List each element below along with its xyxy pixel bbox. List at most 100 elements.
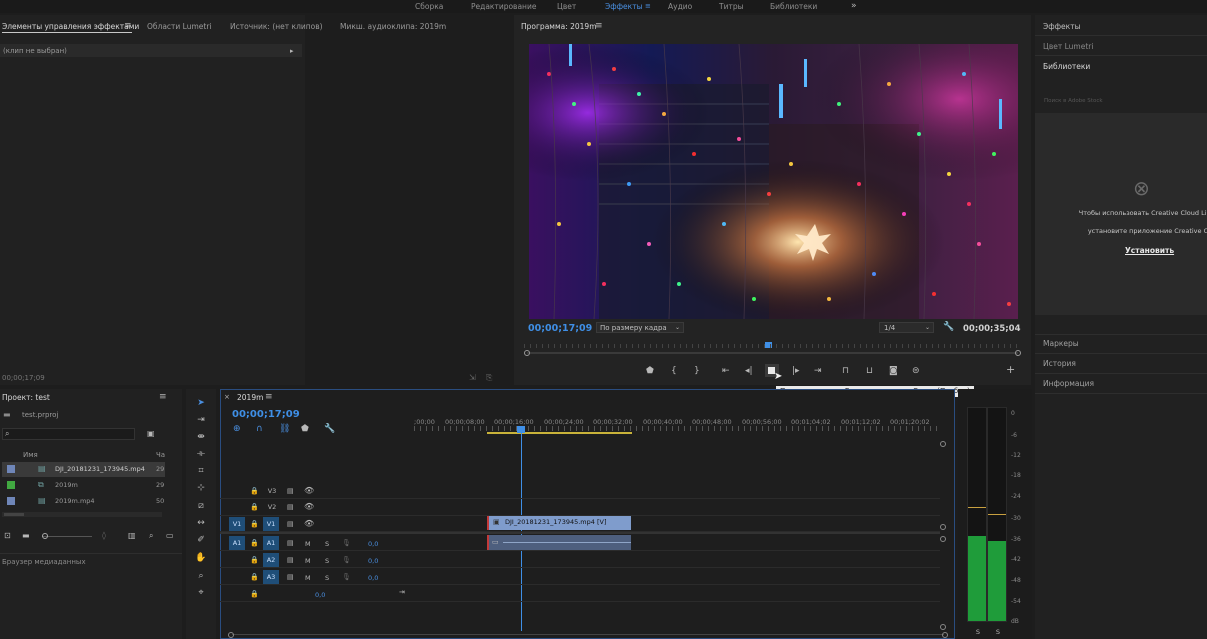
- add-marker-icon[interactable]: ⬟: [646, 366, 654, 376]
- meter-solo-right[interactable]: S: [994, 628, 1002, 636]
- source-patch-a1[interactable]: A1: [229, 536, 245, 550]
- project-menu-icon[interactable]: ≡: [159, 392, 167, 402]
- tab-effect-controls[interactable]: Элементы управления эффектами: [2, 22, 139, 31]
- go-to-in-icon[interactable]: ⇤: [722, 366, 730, 376]
- zoom-slider-handle[interactable]: [42, 533, 48, 539]
- microphone-icon[interactable]: 🎙: [342, 555, 351, 565]
- wrench-icon[interactable]: 🔧: [943, 322, 954, 332]
- eye-icon[interactable]: 👁: [304, 502, 314, 512]
- microphone-icon[interactable]: 🎙: [342, 572, 351, 582]
- lock-track-icon[interactable]: 🔒: [250, 519, 259, 529]
- toggle-icon[interactable]: ⎘: [486, 373, 492, 383]
- track-select-tool-icon[interactable]: ⇥: [194, 414, 208, 426]
- lock-track-icon[interactable]: 🔒: [250, 502, 259, 512]
- sync-lock-icon[interactable]: ▤: [287, 486, 294, 496]
- project-panel-title[interactable]: Проект: test: [2, 393, 50, 402]
- master-volume[interactable]: 0,0: [315, 591, 325, 599]
- workspace-tab-effects[interactable]: Эффекты: [605, 2, 643, 11]
- workspace-tab-audio[interactable]: Аудио: [668, 2, 692, 11]
- sequence-menu-icon[interactable]: ≡: [265, 392, 273, 402]
- selection-tool-icon[interactable]: ➤: [194, 397, 208, 409]
- lock-track-icon[interactable]: 🔒: [250, 486, 259, 496]
- close-sequence-icon[interactable]: ×: [224, 392, 230, 402]
- track-volume[interactable]: 0,0: [368, 540, 378, 548]
- razor-tool-icon[interactable]: ⊹: [194, 482, 208, 494]
- zoom-tool-icon[interactable]: ⌕: [194, 570, 208, 582]
- comparison-view-icon[interactable]: ⊜: [912, 366, 920, 376]
- project-search-input[interactable]: [2, 428, 135, 440]
- lock-track-icon[interactable]: 🔒: [250, 555, 259, 565]
- track-label-v3[interactable]: V3: [265, 487, 279, 495]
- media-browser-tab[interactable]: Браузер медиаданных: [2, 558, 86, 566]
- snap-icon[interactable]: ∩: [256, 424, 263, 434]
- column-rate-header[interactable]: Ча: [156, 451, 165, 459]
- project-scrollbar[interactable]: [2, 512, 162, 517]
- add-marker-icon[interactable]: ⬟: [301, 424, 309, 434]
- lock-track-icon[interactable]: 🔒: [250, 538, 259, 548]
- more-workspaces-icon[interactable]: »: [851, 1, 857, 11]
- workspace-tab-color[interactable]: Цвет: [557, 2, 576, 11]
- install-link[interactable]: Установить: [1125, 246, 1174, 255]
- solo-button[interactable]: S: [325, 574, 329, 582]
- scrub-start-handle[interactable]: [524, 350, 530, 356]
- scrub-end-handle[interactable]: [1015, 350, 1021, 356]
- audio-zoom-handle-top[interactable]: [940, 536, 946, 542]
- lift-icon[interactable]: ⊓: [842, 366, 849, 376]
- go-to-end-icon[interactable]: ⇥: [399, 587, 405, 597]
- timeline-playhead-head[interactable]: [517, 426, 525, 433]
- lock-track-icon[interactable]: 🔒: [250, 589, 259, 599]
- camera-icon[interactable]: ◙: [889, 366, 898, 376]
- slide-tool-icon[interactable]: ↔: [194, 517, 208, 529]
- microphone-icon[interactable]: 🎙: [342, 538, 351, 548]
- panel-menu-icon[interactable]: ≡: [124, 21, 132, 31]
- meter-solo-left[interactable]: S: [974, 628, 982, 636]
- video-clip[interactable]: ▣ DJI_20181231_173945.mp4 [V]: [487, 516, 631, 530]
- expand-arrow-icon[interactable]: ▸: [290, 46, 294, 56]
- new-bin-icon[interactable]: ▣: [147, 429, 155, 439]
- mute-button[interactable]: M: [305, 574, 311, 582]
- program-monitor-title[interactable]: Программа: 2019m: [521, 22, 597, 31]
- timeline-settings-wrench-icon[interactable]: 🔧: [324, 424, 335, 434]
- workspace-tab-editing[interactable]: Редактирование: [471, 2, 536, 11]
- rate-stretch-tool-icon[interactable]: ⌗: [194, 465, 208, 477]
- sequence-tab[interactable]: 2019m: [237, 393, 263, 402]
- sync-lock-icon[interactable]: ▤: [287, 555, 294, 565]
- right-item-markers[interactable]: Маркеры: [1043, 339, 1079, 348]
- program-menu-icon[interactable]: ≡: [595, 21, 603, 31]
- mark-out-icon[interactable]: }: [694, 366, 700, 376]
- linked-selection-icon[interactable]: ⛓: [279, 424, 290, 434]
- automate-icon[interactable]: ▥: [128, 531, 136, 541]
- tab-audio-clip-mixer[interactable]: Микш. аудиоклипа: 2019m: [340, 22, 446, 31]
- solo-button[interactable]: S: [325, 557, 329, 565]
- list-view-icon[interactable]: ▬: [22, 531, 30, 541]
- go-to-out-icon[interactable]: ⇥: [814, 366, 822, 376]
- sync-lock-icon[interactable]: ▤: [287, 502, 294, 512]
- mute-button[interactable]: M: [305, 557, 311, 565]
- sync-lock-icon[interactable]: ▤: [287, 538, 294, 548]
- work-area-bar[interactable]: [487, 432, 632, 434]
- tab-lumetri-scopes[interactable]: Области Lumetri: [147, 22, 212, 31]
- lock-icon[interactable]: ⊡: [4, 531, 11, 541]
- extract-icon[interactable]: ⊔: [866, 366, 873, 376]
- video-zoom-handle-top[interactable]: [940, 441, 946, 447]
- sync-lock-icon[interactable]: ▤: [287, 519, 294, 529]
- video-zoom-handle-bottom[interactable]: [940, 524, 946, 530]
- track-volume[interactable]: 0,0: [368, 574, 378, 582]
- source-patch-v1[interactable]: V1: [229, 517, 245, 531]
- solo-button[interactable]: S: [325, 540, 329, 548]
- workspace-tab-assembly[interactable]: Сборка: [415, 2, 443, 11]
- program-scrub-bar[interactable]: [524, 350, 1021, 356]
- sort-icon[interactable]: ◊: [102, 531, 106, 541]
- rolling-edit-tool-icon[interactable]: ⟛: [194, 448, 208, 460]
- export-frame-icon[interactable]: ⇲: [469, 373, 476, 383]
- tab-source[interactable]: Источник: (нет клипов): [230, 22, 323, 31]
- sync-lock-icon[interactable]: ▤: [287, 572, 294, 582]
- eye-icon[interactable]: 👁: [304, 486, 314, 496]
- project-item-row[interactable]: [2, 478, 165, 493]
- zoom-slider[interactable]: [42, 536, 92, 537]
- timeline-timecode[interactable]: 00;00;17;09: [232, 409, 300, 420]
- track-target-a3[interactable]: A3: [263, 570, 279, 584]
- hscroll-right-handle[interactable]: [942, 632, 948, 638]
- lock-track-icon[interactable]: 🔒: [250, 572, 259, 582]
- track-label-v2[interactable]: V2: [265, 503, 279, 511]
